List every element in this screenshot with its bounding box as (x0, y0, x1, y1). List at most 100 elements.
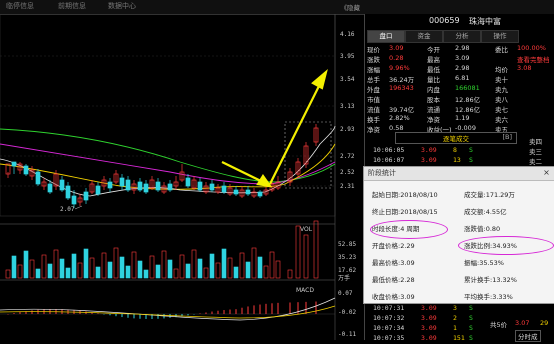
macd-bar (205, 312, 207, 314)
volume-bar (287, 269, 293, 279)
volume-bar (295, 225, 301, 279)
macd-bar (139, 314, 141, 319)
volume-bar (107, 261, 113, 279)
price-tick-label: 2.52 (340, 169, 355, 176)
quote-row: 市值 股本 12.86亿 卖八 (365, 94, 554, 104)
candle-body (35, 171, 41, 185)
volume-bar (11, 255, 17, 279)
quote-l2: 最低 (427, 66, 440, 74)
macd-bar (305, 301, 307, 314)
quote-v2: 12.86亿 (455, 96, 481, 104)
price-tick-label: 4.16 (340, 31, 355, 38)
macd-bar (217, 310, 219, 314)
close-icon[interactable]: × (542, 168, 551, 177)
macd-bar (193, 314, 195, 315)
macd-bar (199, 313, 201, 314)
macd-bar (97, 313, 99, 314)
volume-bar (149, 255, 155, 279)
quote-v2: -0.009 (455, 124, 476, 132)
volume-bar (89, 257, 95, 279)
volume-bar (41, 254, 47, 279)
tab-funds[interactable]: 资金 (405, 30, 443, 43)
candle-body (221, 185, 227, 193)
tab-pankou[interactable]: 盘口 (367, 30, 405, 43)
bottom-summary: 共5价 3.07 29 (365, 319, 554, 329)
volume-bar (95, 266, 101, 279)
dialog-title: 阶段统计 (368, 169, 396, 177)
stock-header: 000659 珠海中富 (365, 14, 554, 30)
kline-chart[interactable]: 4.16 3.95 3.54 3.13 2.93 2.72 2.52 2.31 2.07 VO… (0, 14, 363, 340)
quote-l1: 换手 (367, 116, 380, 124)
candle-body (257, 191, 263, 197)
macd-bar (289, 302, 291, 314)
stat-right: 成交额:4.55亿 (464, 208, 507, 216)
ask-level-label: 卖三 (529, 148, 542, 156)
candle-body (65, 185, 71, 199)
quote-v2: 3.09 (455, 54, 470, 62)
quote-l3: 卖七 (495, 106, 508, 114)
tab-operation[interactable]: 操作 (481, 30, 519, 43)
macd-bar (13, 313, 15, 314)
ask-level-label: 卖二 (529, 158, 542, 166)
quote-l2: 净资 (427, 116, 440, 124)
volume-bar (71, 253, 77, 279)
volume-bar (83, 248, 89, 279)
toolbar-item[interactable]: 临停信息 (6, 1, 34, 11)
quote-v1: 9.96% (389, 64, 410, 72)
quote-v1: 3.09 (389, 44, 404, 52)
chart-svg: 4.16 3.95 3.54 3.13 2.93 2.72 2.52 2.31 2.07 VO… (0, 14, 356, 340)
volume-bar (209, 253, 215, 279)
volume-bar (23, 250, 29, 279)
tab-analysis[interactable]: 分析 (443, 30, 481, 43)
stat-right: 涨跌值:0.80 (464, 225, 501, 233)
volume-bar (47, 263, 53, 279)
volume-bar (59, 258, 65, 279)
quote-v3: 100.00% (517, 44, 546, 52)
stat-left: 起始日期:2018/08/10 (372, 191, 438, 199)
volume-bar (239, 252, 245, 279)
quote-l1: 市值 (367, 96, 380, 104)
hide-panel-toggle[interactable]: 《隐藏 (341, 2, 361, 12)
volume-bar (29, 259, 35, 279)
quote-v2: 1.19 (455, 114, 470, 122)
candle-body (47, 183, 53, 193)
macd-bar (235, 309, 237, 314)
volume-bar (203, 267, 209, 279)
volume-bar (143, 269, 149, 279)
toolbar-item[interactable]: 前期信息 (58, 1, 86, 11)
vol-tick-label: 17.62 (338, 267, 356, 274)
vol-tick-label: 35.23 (338, 254, 356, 261)
volume-bar (125, 265, 131, 279)
toolbar-item[interactable]: 数据中心 (108, 1, 136, 11)
stock-code: 000659 (429, 16, 460, 25)
quote-v3[interactable]: 查看完整档 (517, 54, 550, 64)
macd-tick-label: -0.02 (338, 309, 356, 316)
candle-body (83, 191, 89, 201)
macd-bar (247, 306, 249, 314)
low-price-label: 2.07 (60, 206, 75, 213)
quote-l1: 现价 (367, 46, 380, 54)
quote-l1: 总手 (367, 76, 380, 84)
volume-bar (77, 262, 83, 279)
volume-bar (221, 248, 227, 279)
quote-l3: 卖十 (495, 76, 508, 84)
quote-row: 换手 2.82% 净资 1.19 卖六 (365, 114, 554, 124)
price-tick-label: 3.95 (340, 53, 355, 60)
macd-tick-label: -0.11 (338, 331, 356, 338)
quote-l1: 流值 (367, 106, 380, 114)
stat-right: 成交量:171.29万 (464, 191, 515, 199)
svg-text:MACD: MACD (296, 287, 314, 294)
highlight-ring (370, 220, 448, 239)
stat-left: 最高价格:3.09 (372, 259, 415, 267)
volume-bar (35, 268, 41, 279)
volume-bar (101, 252, 107, 279)
fenshi-button[interactable]: 分时成 (515, 330, 541, 342)
quote-v1: 39.74亿 (389, 106, 415, 114)
macd-bar (315, 301, 317, 314)
volume-bar (113, 247, 119, 279)
stat-right: 平均换手:3.33% (464, 293, 513, 301)
tick-price: 3.09 (421, 304, 437, 312)
volume-bar (191, 249, 197, 279)
quote-v1: 0.28 (389, 54, 404, 62)
quote-l1: 净资 (367, 126, 380, 134)
